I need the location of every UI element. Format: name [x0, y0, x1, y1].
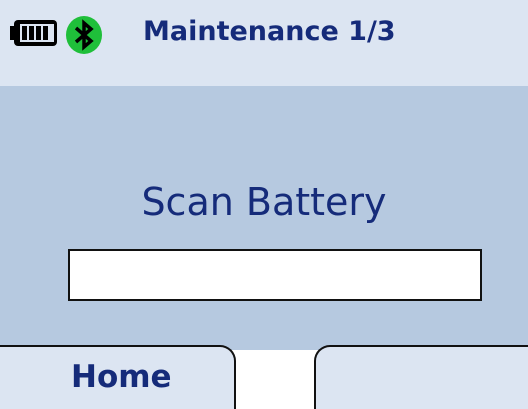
scan-battery-prompt: Scan Battery — [141, 180, 387, 224]
battery-full-icon — [10, 20, 57, 46]
page-title: Maintenance 1/3 — [143, 16, 396, 47]
bluetooth-icon — [66, 16, 102, 54]
right-softkey[interactable] — [314, 345, 528, 409]
home-softkey[interactable]: Home — [0, 345, 236, 409]
home-softkey-label: Home — [71, 359, 172, 395]
status-bar: Maintenance 1/3 — [0, 0, 528, 86]
device-screen: Maintenance 1/3 Scan Battery Home — [0, 0, 528, 409]
scan-battery-input[interactable] — [68, 249, 482, 301]
